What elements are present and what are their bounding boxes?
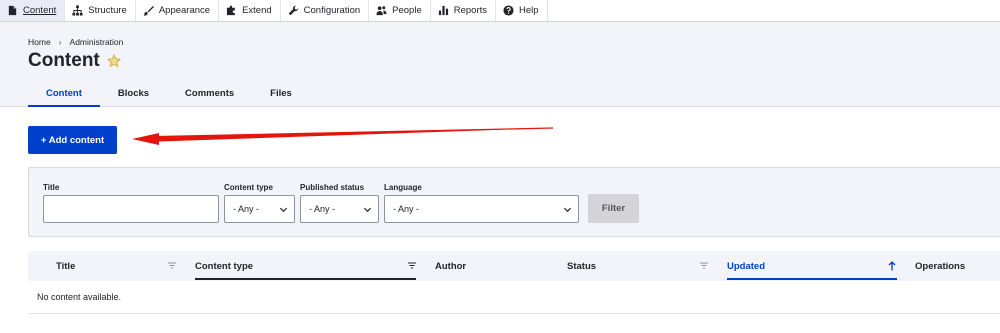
sort-icon — [168, 262, 176, 269]
toolbar-label: Extend — [242, 5, 272, 16]
page-header: Home › Administration Content Content Bl… — [0, 22, 1000, 107]
page-title: Content — [28, 50, 121, 72]
column-title[interactable]: Title — [56, 251, 75, 281]
column-content-type-underline — [195, 278, 416, 280]
tab-comments[interactable]: Comments — [167, 82, 252, 107]
arrow-up-icon — [888, 261, 896, 271]
puzzle-icon — [226, 5, 235, 16]
filter-panel: Title Content type - Any - Published sta… — [28, 167, 1000, 237]
content-type-filter-label: Content type — [224, 183, 273, 192]
language-filter-label: Language — [384, 183, 422, 192]
breadcrumb-separator: › — [58, 37, 62, 47]
tab-files[interactable]: Files — [252, 82, 310, 107]
language-value: - Any - — [393, 204, 420, 214]
tab-blocks[interactable]: Blocks — [100, 82, 167, 107]
toolbar-item-people[interactable]: People — [369, 0, 431, 21]
annotation-arrow-icon — [132, 127, 554, 145]
column-content-type[interactable]: Content type — [195, 251, 253, 281]
toolbar-item-reports[interactable]: Reports — [431, 0, 497, 21]
column-status[interactable]: Status — [567, 251, 596, 281]
brush-icon — [143, 5, 154, 16]
add-content-button[interactable]: + Add content — [28, 126, 117, 154]
breadcrumb: Home › Administration — [28, 37, 123, 47]
toolbar-item-appearance[interactable]: Appearance — [136, 0, 220, 21]
toolbar-label: Appearance — [158, 5, 211, 16]
table-row: No content available. — [28, 281, 1000, 314]
sitemap-icon — [72, 5, 83, 16]
column-operations: Operations — [915, 260, 966, 272]
breadcrumb-administration[interactable]: Administration — [70, 37, 124, 47]
published-status-select[interactable]: - Any - — [300, 195, 379, 223]
toolbar-item-configuration[interactable]: Configuration — [281, 0, 370, 21]
breadcrumb-home[interactable]: Home — [28, 37, 51, 47]
people-icon — [376, 6, 387, 16]
tab-content[interactable]: Content — [28, 82, 100, 107]
file-icon — [8, 5, 17, 16]
filter-button[interactable]: Filter — [588, 194, 639, 223]
toolbar-item-content[interactable]: Content — [0, 0, 66, 21]
toolbar-item-structure[interactable]: Structure — [65, 0, 136, 21]
toolbar-label: Help — [519, 5, 539, 16]
toolbar-item-extend[interactable]: Extend — [219, 0, 281, 21]
toolbar-label: Reports — [453, 5, 488, 16]
empty-message: No content available. — [37, 292, 122, 302]
title-filter-label: Title — [43, 183, 60, 192]
toolbar-item-help[interactable]: Help — [496, 0, 548, 21]
sort-icon — [700, 262, 708, 269]
toolbar-label: Configuration — [303, 5, 361, 16]
primary-tabs: Content Blocks Comments Files — [28, 82, 310, 107]
star-icon[interactable] — [106, 54, 121, 68]
toolbar-label: Content — [23, 5, 57, 16]
toolbar-label: People — [392, 5, 422, 16]
admin-toolbar: Content Structure Appearance Extend Conf… — [0, 0, 1000, 22]
published-status-filter-label: Published status — [300, 183, 365, 192]
content-table-header: Title Content type Author Status Updated… — [28, 251, 1000, 281]
help-icon — [503, 5, 514, 16]
column-author: Author — [435, 260, 467, 272]
title-filter-input[interactable] — [43, 195, 219, 223]
content-type-select[interactable]: - Any - — [224, 195, 295, 223]
chevron-down-icon — [563, 207, 572, 213]
wrench-icon — [288, 5, 298, 16]
toolbar-label: Structure — [88, 5, 127, 16]
published-status-value: - Any - — [309, 204, 336, 214]
bar-chart-icon — [438, 5, 448, 16]
chevron-down-icon — [279, 207, 288, 213]
page-title-text: Content — [28, 50, 100, 71]
column-updated[interactable]: Updated — [727, 251, 765, 281]
sort-icon — [408, 262, 416, 269]
content-type-value: - Any - — [233, 204, 260, 214]
language-select[interactable]: - Any - — [384, 195, 579, 223]
column-updated-underline — [727, 278, 897, 280]
chevron-down-icon — [363, 207, 372, 213]
